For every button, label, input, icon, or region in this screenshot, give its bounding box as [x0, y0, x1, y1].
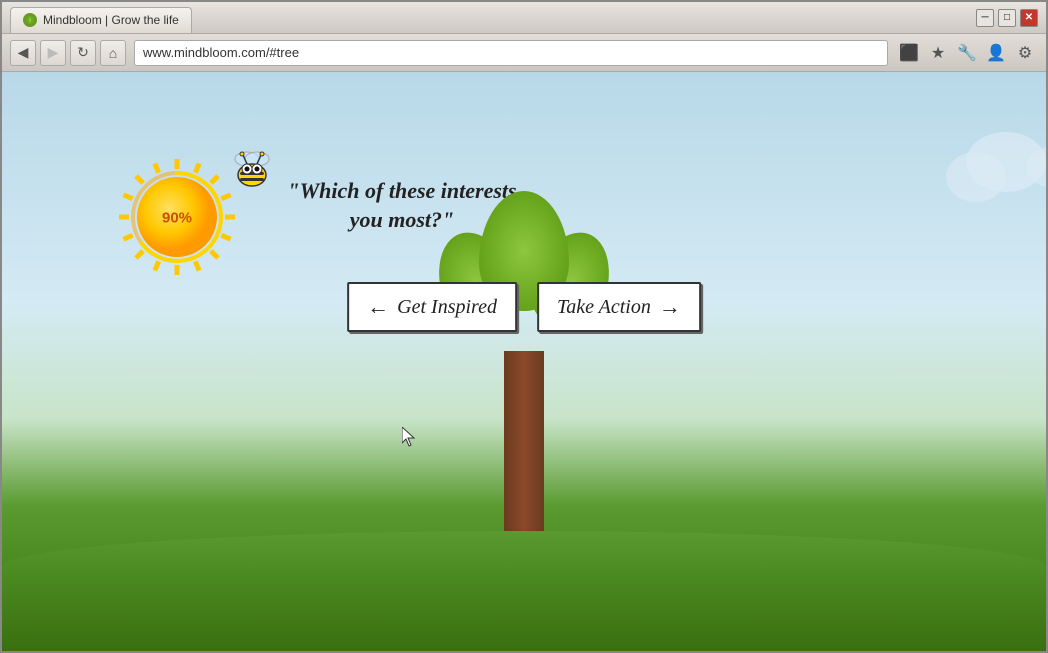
tree-trunk: [504, 351, 544, 551]
take-action-button[interactable]: Take Action →: [537, 282, 701, 332]
arrow-left-icon: ←: [367, 294, 389, 320]
back-button[interactable]: ◀: [10, 40, 36, 66]
sun-percentage: 90%: [162, 210, 192, 227]
tree: [424, 171, 624, 551]
settings-icon[interactable]: ⚙: [1012, 40, 1038, 66]
back-icon: ◀: [18, 44, 29, 61]
wrench-icon[interactable]: 🔧: [954, 40, 980, 66]
scene: 90%: [2, 72, 1046, 651]
bookmark-icon[interactable]: ⬛: [896, 40, 922, 66]
browser-tab[interactable]: Mindbloom | Grow the life: [10, 7, 192, 33]
user-icon[interactable]: 👤: [983, 40, 1009, 66]
bee: [227, 147, 267, 182]
cloud-2: [946, 152, 1006, 202]
get-inspired-label: Get Inspired: [397, 296, 497, 319]
arrow-right-icon: →: [659, 294, 681, 320]
tab-title: Mindbloom | Grow the life: [43, 13, 179, 27]
get-inspired-button[interactable]: ← Get Inspired: [347, 282, 517, 332]
home-button[interactable]: ⌂: [100, 40, 126, 66]
toolbar-icons: ⬛ ★ 🔧 👤 ⚙: [896, 40, 1038, 66]
star-icon[interactable]: ★: [925, 40, 951, 66]
browser-window: Mindbloom | Grow the life ─ □ ✕ ◀ ▶ ↻ ⌂ …: [0, 0, 1048, 653]
sun-container: 90%: [112, 152, 242, 282]
content-area: 90%: [2, 72, 1046, 651]
toolbar: ◀ ▶ ↻ ⌂ ⬛ ★ 🔧 👤 ⚙: [2, 34, 1046, 72]
address-bar[interactable]: [143, 45, 879, 60]
forward-button[interactable]: ▶: [40, 40, 66, 66]
address-bar-container[interactable]: [134, 40, 888, 66]
home-icon: ⌂: [109, 45, 117, 61]
reload-button[interactable]: ↻: [70, 40, 96, 66]
cursor: [402, 427, 414, 445]
tab-favicon: [23, 13, 37, 27]
take-action-label: Take Action: [557, 296, 651, 319]
sign-buttons: ← Get Inspired Take Action →: [347, 282, 701, 332]
close-button[interactable]: ✕: [1020, 9, 1038, 27]
window-controls: ─ □ ✕: [976, 9, 1038, 27]
forward-icon: ▶: [48, 44, 59, 61]
minimize-button[interactable]: ─: [976, 9, 994, 27]
reload-icon: ↻: [77, 44, 89, 61]
maximize-button[interactable]: □: [998, 9, 1016, 27]
title-bar: Mindbloom | Grow the life ─ □ ✕: [2, 2, 1046, 34]
ground: [2, 531, 1046, 651]
